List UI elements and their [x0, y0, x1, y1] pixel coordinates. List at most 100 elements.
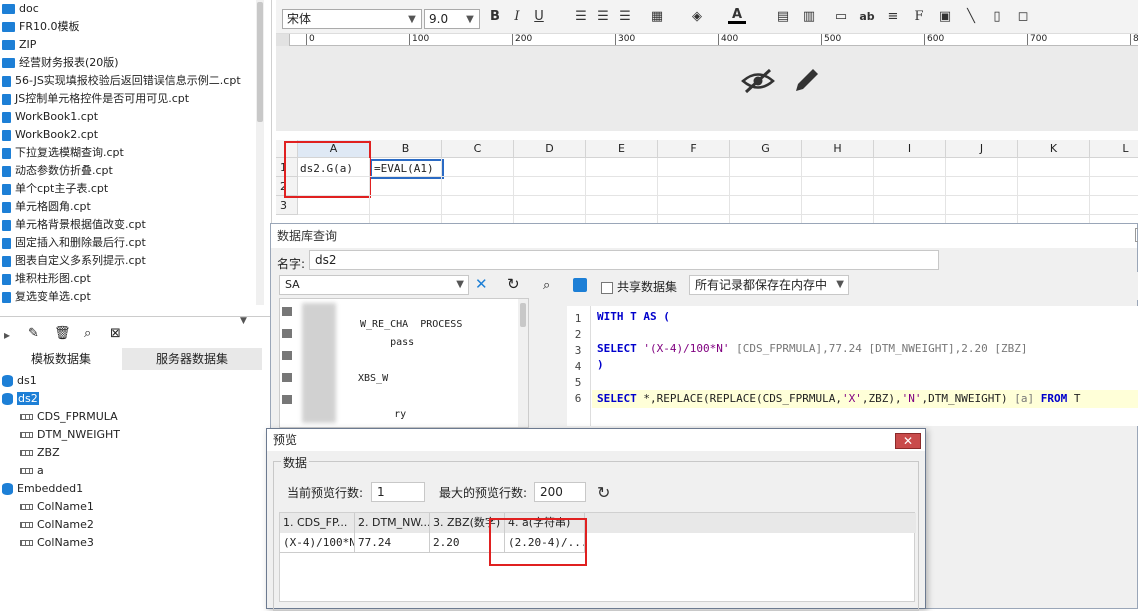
insert-formula-icon[interactable]: F: [910, 8, 928, 26]
column-header-l[interactable]: L: [1090, 140, 1138, 158]
table-list-scrollbar[interactable]: [518, 299, 528, 427]
folder-item[interactable]: ZIP: [2, 36, 36, 54]
table-item[interactable]: XBS_W: [358, 373, 388, 384]
column-header-i[interactable]: I: [874, 140, 946, 158]
folder-item[interactable]: doc: [2, 0, 39, 18]
file-icon: [2, 219, 11, 231]
italic-button[interactable]: I: [508, 8, 526, 26]
delete-icon[interactable]: 🗑: [54, 326, 71, 341]
column-header[interactable]: 2. DTM_NW...: [355, 513, 430, 533]
line-number: 5: [574, 376, 582, 389]
max-rows-input[interactable]: 200: [534, 482, 586, 502]
column-item[interactable]: ColName3: [20, 534, 94, 552]
file-item[interactable]: 堆积柱形图.cpt: [2, 270, 91, 288]
column-header-k[interactable]: K: [1018, 140, 1090, 158]
folder-item[interactable]: 经营财务报表(20版): [2, 54, 119, 72]
tree-item-label: WorkBook2.cpt: [15, 128, 99, 141]
hide-icon[interactable]: [741, 68, 775, 94]
sql-editor[interactable]: 1 2 3 4 5 6 WITH T AS ( SELECT '(X-4)/10…: [567, 306, 1138, 426]
dataset-name-input[interactable]: ds2: [309, 250, 939, 270]
sql-line-1: WITH T AS (: [597, 310, 670, 323]
file-item[interactable]: 复选变单选.cpt: [2, 288, 91, 306]
sql-line-6: SELECT *,REPLACE(REPLACE(CDS_FPRMULA,'X'…: [597, 392, 1081, 405]
insert-richtext-icon[interactable]: ab: [858, 8, 876, 26]
file-item[interactable]: WorkBook2.cpt: [2, 126, 98, 144]
dataset-item[interactable]: Embedded1: [2, 480, 83, 498]
align-left-icon[interactable]: ☰: [572, 8, 590, 26]
table-item[interactable]: ry: [358, 409, 406, 420]
cache-mode-select[interactable]: 所有记录都保存在内存中 ▼: [689, 275, 849, 295]
tree-item-label: CDS_FPRMULA: [37, 410, 118, 423]
column-header-g[interactable]: G: [730, 140, 802, 158]
file-icon: [2, 201, 11, 213]
collapse-icon[interactable]: ▼: [240, 316, 247, 326]
column-item[interactable]: ZBZ: [20, 444, 60, 462]
column-header-j[interactable]: J: [946, 140, 1018, 158]
insert-list-icon[interactable]: ≡: [884, 8, 902, 26]
unmerge-cells-icon[interactable]: ▥: [800, 8, 818, 26]
font-family-select[interactable]: 宋体 ▼: [282, 9, 422, 29]
column-header-b[interactable]: B: [370, 140, 442, 158]
file-item[interactable]: 单个cpt主子表.cpt: [2, 180, 108, 198]
font-size-select[interactable]: 9.0 ▼: [424, 9, 480, 29]
file-item[interactable]: WorkBook1.cpt: [2, 108, 98, 126]
table-item[interactable]: pass: [360, 337, 414, 348]
current-rows-input[interactable]: 1: [371, 482, 425, 502]
refresh-icon[interactable]: ↻: [507, 275, 520, 293]
border-icon[interactable]: ▦: [648, 8, 666, 26]
row-header-3[interactable]: 3: [276, 196, 298, 215]
fill-color-icon[interactable]: ◈: [688, 8, 706, 26]
insert-text-icon[interactable]: ▭: [832, 8, 850, 26]
bold-button[interactable]: B: [486, 8, 504, 26]
column-header-e[interactable]: E: [586, 140, 658, 158]
save-icon[interactable]: [573, 278, 587, 292]
column-header[interactable]: 1. CDS_FP...: [280, 513, 355, 533]
tab-server-dataset[interactable]: 服务器数据集: [122, 348, 262, 370]
folder-item[interactable]: FR10.0模板: [2, 18, 79, 36]
underline-button[interactable]: U: [530, 8, 548, 26]
add-dataset-icon[interactable]: ▸: [4, 328, 10, 342]
preview-icon[interactable]: ⌕: [84, 326, 91, 341]
preview-sql-icon[interactable]: ⌕: [543, 278, 550, 293]
insert-slash-icon[interactable]: ╲: [962, 8, 980, 26]
edit-pencil-icon[interactable]: [792, 65, 822, 95]
file-item[interactable]: 单元格背景根据值改变.cpt: [2, 216, 146, 234]
file-item[interactable]: JS控制单元格控件是否可用可见.cpt: [2, 90, 189, 108]
column-item[interactable]: a: [20, 462, 44, 480]
column-item[interactable]: ColName1: [20, 498, 94, 516]
column-header-f[interactable]: F: [658, 140, 730, 158]
file-item[interactable]: 56-JS实现填报校验后返回错误信息示例二.cpt: [2, 72, 241, 90]
table-item[interactable]: W_RE_CHA PROCESS: [360, 319, 462, 330]
align-center-icon[interactable]: ☰: [594, 8, 612, 26]
sql-toolbar: ⌕ 共享数据集 所有记录都保存在内存中 ▼: [533, 272, 1138, 300]
tab-template-dataset[interactable]: 模板数据集: [0, 348, 122, 370]
close-button[interactable]: ✕: [895, 433, 921, 449]
edit-icon[interactable]: ✎: [28, 326, 39, 341]
dataset-item[interactable]: ds1: [2, 372, 37, 390]
file-icon: [2, 75, 11, 87]
file-item[interactable]: 固定插入和删除最后行.cpt: [2, 234, 146, 252]
insert-element-icon[interactable]: ◻: [1014, 8, 1032, 26]
insert-image-icon[interactable]: ▣: [936, 8, 954, 26]
column-header-c[interactable]: C: [442, 140, 514, 158]
connection-select[interactable]: SA ▼: [279, 275, 469, 295]
file-item[interactable]: 下拉复选模糊查询.cpt: [2, 144, 124, 162]
column-item[interactable]: ColName2: [20, 516, 94, 534]
column-header-h[interactable]: H: [802, 140, 874, 158]
edit-param-icon[interactable]: ⊠: [110, 326, 121, 341]
merge-cells-icon[interactable]: ▤: [774, 8, 792, 26]
tools-icon[interactable]: ✕: [475, 275, 488, 293]
file-item[interactable]: 图表自定义多系列提示.cpt: [2, 252, 146, 270]
align-right-icon[interactable]: ☰: [616, 8, 634, 26]
dataset-item[interactable]: ds2: [2, 390, 39, 408]
column-item[interactable]: CDS_FPRMULA: [20, 408, 118, 426]
file-tree-scrollbar[interactable]: [256, 0, 264, 305]
column-header-d[interactable]: D: [514, 140, 586, 158]
insert-chart-icon[interactable]: ▯: [988, 8, 1006, 26]
column-item[interactable]: DTM_NWEIGHT: [20, 426, 120, 444]
share-checkbox[interactable]: 共享数据集: [601, 278, 677, 295]
file-item[interactable]: 动态参数仿折叠.cpt: [2, 162, 113, 180]
font-color-icon[interactable]: A: [728, 8, 746, 24]
file-item[interactable]: 单元格圆角.cpt: [2, 198, 91, 216]
refresh-icon[interactable]: ↻: [597, 483, 610, 502]
